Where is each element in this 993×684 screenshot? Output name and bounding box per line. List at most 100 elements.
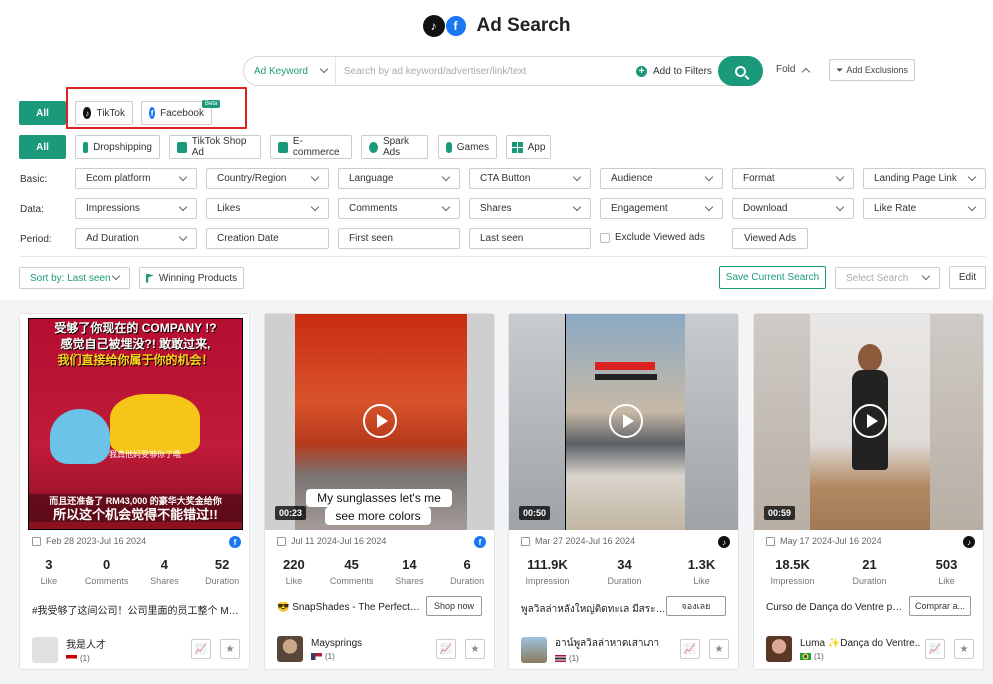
trend-chart-button[interactable]: 📈 bbox=[436, 639, 456, 659]
trend-chart-button[interactable]: 📈 bbox=[925, 639, 945, 659]
category-all-button[interactable]: All bbox=[19, 135, 66, 159]
search-button[interactable] bbox=[718, 56, 763, 86]
stat-duration: 34 Duration bbox=[586, 557, 663, 586]
stat-duration: 52 Duration bbox=[193, 557, 249, 586]
add-to-filters-button[interactable]: + Add to Filters bbox=[636, 57, 712, 85]
advertiser[interactable]: Luma ✨Dança do Ventre... (1) bbox=[766, 636, 920, 662]
winning-products-button[interactable]: Winning Products bbox=[139, 267, 244, 289]
likes-select[interactable]: Likes bbox=[206, 198, 329, 219]
data-row-label: Data: bbox=[20, 204, 44, 215]
video-duration: 00:23 bbox=[275, 506, 307, 520]
cta-button-select[interactable]: CTA Button bbox=[469, 168, 591, 189]
ad-media[interactable]: 00:59 bbox=[754, 314, 983, 530]
trend-chart-button[interactable]: 📈 bbox=[191, 639, 211, 659]
chevron-down-icon bbox=[704, 172, 714, 182]
ad-media[interactable]: My sunglasses let's me see more colors 0… bbox=[265, 314, 494, 530]
last-seen-picker[interactable]: Last seen bbox=[469, 228, 591, 249]
trend-chart-button[interactable]: 📈 bbox=[680, 639, 700, 659]
favorite-button[interactable]: ★ bbox=[954, 639, 974, 659]
advertiser[interactable]: 我是人才 (1) bbox=[32, 636, 106, 663]
ad-card[interactable]: 00:50 Mar 27 2024-Jul 16 2024 ♪ 111.9K Im… bbox=[508, 313, 739, 670]
category-games-button[interactable]: Games bbox=[438, 135, 497, 159]
landing-page-link-select[interactable]: Landing Page Link bbox=[863, 168, 986, 189]
add-exclusions-button[interactable]: ⏷ Add Exclusions bbox=[829, 59, 915, 81]
stat-value: 0 bbox=[103, 557, 111, 572]
calendar-icon bbox=[32, 536, 41, 546]
stat-duration: 6 Duration bbox=[438, 557, 494, 586]
advertiser[interactable]: อาน์พูลวิลล่าหาดเสาเภา (1) bbox=[521, 636, 659, 663]
language-select[interactable]: Language bbox=[338, 168, 460, 189]
search-input[interactable] bbox=[344, 62, 624, 80]
ad-card[interactable]: My sunglasses let's me see more colors 0… bbox=[264, 313, 495, 670]
ad-stats: 220 Like 45 Comments 14 Shares 6 Duration bbox=[265, 557, 494, 586]
save-search-label: Save Current Search bbox=[725, 272, 820, 283]
avatar bbox=[32, 636, 58, 663]
ecom-platform-select[interactable]: Ecom platform bbox=[75, 168, 197, 189]
facebook-logo-icon: f bbox=[444, 15, 467, 37]
creation-date-picker[interactable]: Creation Date bbox=[206, 228, 329, 249]
fold-toggle[interactable]: Fold bbox=[776, 64, 811, 76]
category-ecommerce-button[interactable]: E-commerce bbox=[270, 135, 352, 159]
ad-date-range: Feb 28 2023-Jul 16 2024 bbox=[32, 536, 146, 546]
engagement-select[interactable]: Engagement bbox=[600, 198, 723, 219]
stat-label: Like bbox=[40, 576, 58, 586]
category-spark-ads-button[interactable]: Spark Ads bbox=[361, 135, 428, 159]
category-dropshipping-button[interactable]: Dropshipping bbox=[75, 135, 160, 159]
favorite-button[interactable]: ★ bbox=[465, 639, 485, 659]
sort-select[interactable]: Sort by: Last seen bbox=[19, 267, 130, 289]
stat-comments: 0 Comments bbox=[78, 557, 136, 586]
ad-duration-select[interactable]: Ad Duration bbox=[75, 228, 197, 249]
ad-media[interactable]: 00:50 bbox=[509, 314, 738, 530]
platform-all-button[interactable]: All bbox=[19, 101, 66, 125]
advertiser[interactable]: Maysprings (1) bbox=[277, 636, 362, 662]
star-icon: ★ bbox=[225, 643, 235, 655]
play-icon[interactable] bbox=[363, 404, 397, 438]
play-icon[interactable] bbox=[609, 404, 643, 438]
chevron-down-icon bbox=[835, 202, 845, 212]
play-icon[interactable] bbox=[853, 404, 887, 438]
star-icon: ★ bbox=[714, 643, 724, 655]
stat-value: 220 bbox=[283, 557, 305, 572]
audience-select[interactable]: Audience bbox=[600, 168, 723, 189]
format-select[interactable]: Format bbox=[732, 168, 854, 189]
ad-stats: 111.9K Impression 34 Duration 1.3K Like bbox=[509, 557, 738, 586]
category-label: Dropshipping bbox=[93, 141, 152, 153]
exclude-viewed-checkbox[interactable]: Exclude Viewed ads bbox=[600, 232, 705, 243]
save-current-search-button[interactable]: Save Current Search bbox=[719, 266, 826, 289]
advertiser-count: (1) bbox=[814, 651, 824, 661]
category-label: TikTok Shop Ad bbox=[191, 136, 247, 158]
cta-button[interactable]: Shop now bbox=[425, 596, 482, 616]
chevron-down-icon bbox=[178, 172, 188, 182]
chevron-down-icon bbox=[921, 271, 931, 281]
stat-label: Duration bbox=[450, 576, 485, 586]
ad-text: #我受够了这间公司！公司里面的员工整个 Maca... bbox=[32, 606, 242, 617]
chevron-down-icon bbox=[441, 202, 451, 212]
basic-row-label: Basic: bbox=[20, 174, 48, 185]
ad-card[interactable]: 00:59 May 17 2024-Jul 16 2024 ♪ 18.5K Imp… bbox=[753, 313, 984, 670]
favorite-button[interactable]: ★ bbox=[709, 639, 729, 659]
cta-button[interactable]: Comprar a... bbox=[909, 596, 971, 616]
download-select[interactable]: Download bbox=[732, 198, 854, 219]
first-seen-picker[interactable]: First seen bbox=[338, 228, 460, 249]
country-region-select[interactable]: Country/Region bbox=[206, 168, 329, 189]
select-search-dropdown[interactable]: Select Search bbox=[835, 267, 940, 289]
ad-card[interactable]: 受够了你现在的 COMPANY !? 感觉自己被埋没?! 敢敢过来, 我们直接给… bbox=[19, 313, 250, 670]
date-text: Mar 27 2024-Jul 16 2024 bbox=[535, 536, 636, 546]
cta-button[interactable]: จองเลย bbox=[666, 596, 726, 616]
edit-button[interactable]: Edit bbox=[949, 266, 986, 289]
ad-media[interactable]: 受够了你现在的 COMPANY !? 感觉自己被埋没?! 敢敢过来, 我们直接给… bbox=[20, 314, 249, 530]
like-rate-select[interactable]: Like Rate bbox=[863, 198, 986, 219]
tiktok-icon: ♪ bbox=[963, 536, 975, 548]
category-app-button[interactable]: App bbox=[506, 135, 551, 159]
shares-select[interactable]: Shares bbox=[469, 198, 591, 219]
comments-select[interactable]: Comments bbox=[338, 198, 460, 219]
impressions-select[interactable]: Impressions bbox=[75, 198, 197, 219]
avatar bbox=[766, 636, 792, 662]
category-all-label: All bbox=[36, 141, 49, 153]
keyword-type-select[interactable]: Ad Keyword bbox=[244, 57, 336, 85]
viewed-ads-button[interactable]: Viewed Ads bbox=[732, 228, 808, 249]
category-tiktok-shop-button[interactable]: TikTok Shop Ad bbox=[169, 135, 261, 159]
stat-label: Impression bbox=[525, 576, 570, 586]
chevron-down-icon bbox=[310, 172, 320, 182]
favorite-button[interactable]: ★ bbox=[220, 639, 240, 659]
